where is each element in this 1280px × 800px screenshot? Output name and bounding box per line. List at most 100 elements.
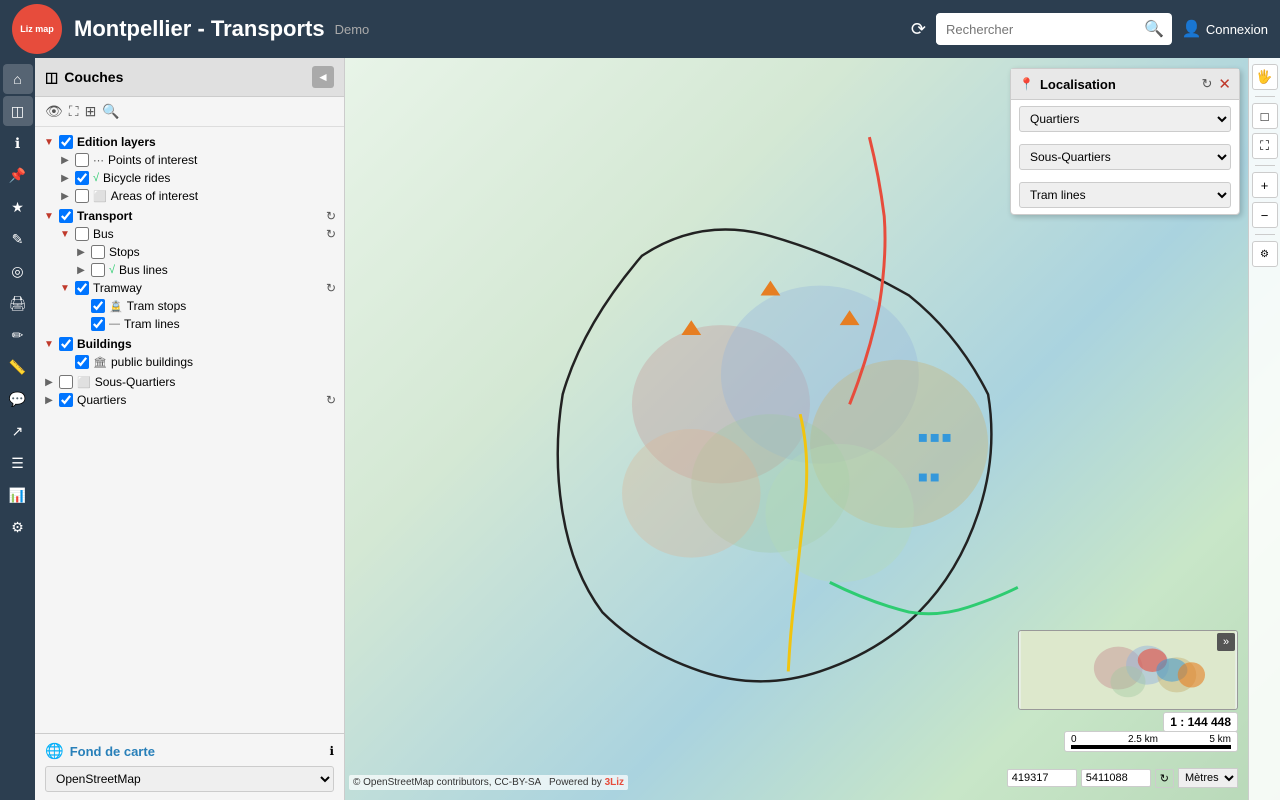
minimap-svg	[1019, 631, 1237, 709]
transport-refresh[interactable]: ↻	[326, 209, 336, 223]
print-tool[interactable]: 🖨	[3, 288, 33, 318]
gps-button[interactable]: ⟳	[911, 19, 926, 40]
public-buildings-row[interactable]: ▶ 🏛 public buildings	[55, 353, 340, 371]
transport-expand[interactable]: ▼	[43, 211, 55, 222]
scale-ratio: 1 : 144 448	[1163, 712, 1238, 732]
buslines-checkbox[interactable]	[91, 263, 105, 277]
fullscreen-button[interactable]: ⛶	[1252, 133, 1278, 159]
map-settings-button[interactable]: ⚙	[1252, 241, 1278, 267]
quartiers-row[interactable]: ▶ Quartiers ↻	[39, 391, 340, 409]
buildings-expand[interactable]: ▼	[43, 339, 55, 350]
unit-select[interactable]: Mètres Km	[1178, 768, 1238, 788]
sous-quartiers-row[interactable]: ▶ ⬜ Sous-Quartiers	[39, 373, 340, 391]
tramlines-row[interactable]: ▶ — Tram lines	[71, 315, 340, 333]
settings-tool[interactable]: ⚙	[3, 512, 33, 542]
list-tool[interactable]: ☰	[3, 448, 33, 478]
edition-layers-row[interactable]: ▼ Edition layers	[39, 133, 340, 151]
tramstops-row[interactable]: ▶ 🚊 Tram stops	[71, 297, 340, 315]
zoom-in-button[interactable]: +	[1252, 172, 1278, 198]
home-tool[interactable]: ⌂	[3, 64, 33, 94]
stops-row[interactable]: ▶ Stops	[71, 243, 340, 261]
buildings-label: Buildings	[77, 337, 336, 351]
quartiers-checkbox[interactable]	[59, 393, 73, 407]
share-tool[interactable]: ↗	[3, 416, 33, 446]
scale-label-2.5km: 2.5 km	[1128, 734, 1158, 745]
edition-layers-checkbox[interactable]	[59, 135, 73, 149]
stops-expand[interactable]: ▶	[75, 247, 87, 258]
zoom-out-button[interactable]: −	[1252, 202, 1278, 228]
pin-tool[interactable]: 📌	[3, 160, 33, 190]
quartiers-select[interactable]: Quartiers	[1019, 106, 1231, 132]
transport-row[interactable]: ▼ Transport ↻	[39, 207, 340, 225]
locate-tool[interactable]: ◎	[3, 256, 33, 286]
areas-row[interactable]: ▶ ⬜ Areas of interest	[55, 187, 340, 205]
search-input[interactable]	[936, 16, 1136, 43]
info-tool[interactable]: ℹ	[3, 128, 33, 158]
localisation-refresh-button[interactable]: ↻	[1202, 76, 1213, 92]
tramway-expand[interactable]: ▼	[59, 283, 71, 294]
buildings-row[interactable]: ▼ Buildings	[39, 335, 340, 353]
stops-checkbox[interactable]	[91, 245, 105, 259]
draw-tool[interactable]: ✏	[3, 320, 33, 350]
quartiers-refresh[interactable]: ↻	[326, 393, 336, 407]
expand-all-tool[interactable]: ⛶	[69, 103, 79, 120]
sidebar-title-text: Couches	[64, 69, 123, 85]
areas-expand[interactable]: ▶	[59, 191, 71, 202]
chat-tool[interactable]: 💬	[3, 384, 33, 414]
app-logo: Liz map	[12, 4, 62, 54]
coord-y-input[interactable]	[1081, 769, 1151, 787]
poi-expand[interactable]: ▶	[59, 155, 71, 166]
bicycle-row[interactable]: ▶ √ Bicycle rides	[55, 169, 340, 187]
coord-refresh-button[interactable]: ↻	[1155, 769, 1174, 788]
tramlines-loc-select[interactable]: Tram lines	[1019, 182, 1231, 208]
tramway-row[interactable]: ▼ Tramway ↻	[55, 279, 340, 297]
map-right-controls: 🖐 □ ⛶ + − ⚙	[1248, 58, 1280, 800]
minimap-expand-button[interactable]: »	[1217, 633, 1235, 651]
chart-tool[interactable]: 📊	[3, 480, 33, 510]
edit-tool[interactable]: ✎	[3, 224, 33, 254]
localisation-close-button[interactable]: ✕	[1218, 75, 1231, 93]
sous-quartiers-label: Sous-Quartiers	[95, 375, 336, 389]
map-container[interactable]: 📍 Localisation ↻ ✕ Quartiers Sous-Quarti…	[345, 58, 1280, 800]
login-button[interactable]: 👤 Connexion	[1182, 19, 1268, 39]
edition-layers-expand[interactable]: ▼	[43, 137, 55, 148]
mini-map: »	[1018, 630, 1238, 710]
bus-checkbox[interactable]	[75, 227, 89, 241]
basemap-select[interactable]: OpenStreetMap Google Maps Bing Maps None	[45, 766, 334, 792]
search-button[interactable]: 🔍	[1136, 13, 1172, 45]
eye-tool[interactable]: 👁	[45, 103, 63, 120]
coord-x-input[interactable]	[1007, 769, 1077, 787]
sidebar-close-button[interactable]: ◄	[312, 66, 334, 88]
tramway-checkbox[interactable]	[75, 281, 89, 295]
collapse-all-tool[interactable]: ⊞	[85, 103, 97, 120]
bus-row[interactable]: ▼ Bus ↻	[55, 225, 340, 243]
tramlines-checkbox[interactable]	[91, 317, 105, 331]
search-layers-tool[interactable]: 🔍	[102, 103, 119, 120]
buslines-expand[interactable]: ▶	[75, 265, 87, 276]
pan-tool-button[interactable]: 🖐	[1252, 64, 1278, 90]
poi-checkbox[interactable]	[75, 153, 89, 167]
poi-row[interactable]: ▶ ⋯ Points of interest	[55, 151, 340, 169]
sous-quartiers-icon: ⬜	[77, 376, 91, 389]
public-buildings-checkbox[interactable]	[75, 355, 89, 369]
star-tool[interactable]: ★	[3, 192, 33, 222]
3liz-logo: 3Liz	[605, 777, 624, 788]
fullextent-button[interactable]: □	[1252, 103, 1278, 129]
buildings-checkbox[interactable]	[59, 337, 73, 351]
layers-tool[interactable]: ◫	[3, 96, 33, 126]
sous-quartiers-checkbox[interactable]	[59, 375, 73, 389]
measure-tool[interactable]: 📏	[3, 352, 33, 382]
areas-checkbox[interactable]	[75, 189, 89, 203]
tramway-refresh[interactable]: ↻	[326, 281, 336, 295]
bicycle-expand[interactable]: ▶	[59, 173, 71, 184]
buslines-row[interactable]: ▶ √ Bus lines	[71, 261, 340, 279]
sous-quartiers-expand[interactable]: ▶	[43, 377, 55, 388]
quartiers-expand[interactable]: ▶	[43, 395, 55, 406]
buslines-icon: √	[109, 264, 115, 276]
bus-expand[interactable]: ▼	[59, 229, 71, 240]
bicycle-checkbox[interactable]	[75, 171, 89, 185]
bus-refresh[interactable]: ↻	[326, 227, 336, 241]
transport-checkbox[interactable]	[59, 209, 73, 223]
tramstops-checkbox[interactable]	[91, 299, 105, 313]
sous-quartiers-select[interactable]: Sous-Quartiers	[1019, 144, 1231, 170]
